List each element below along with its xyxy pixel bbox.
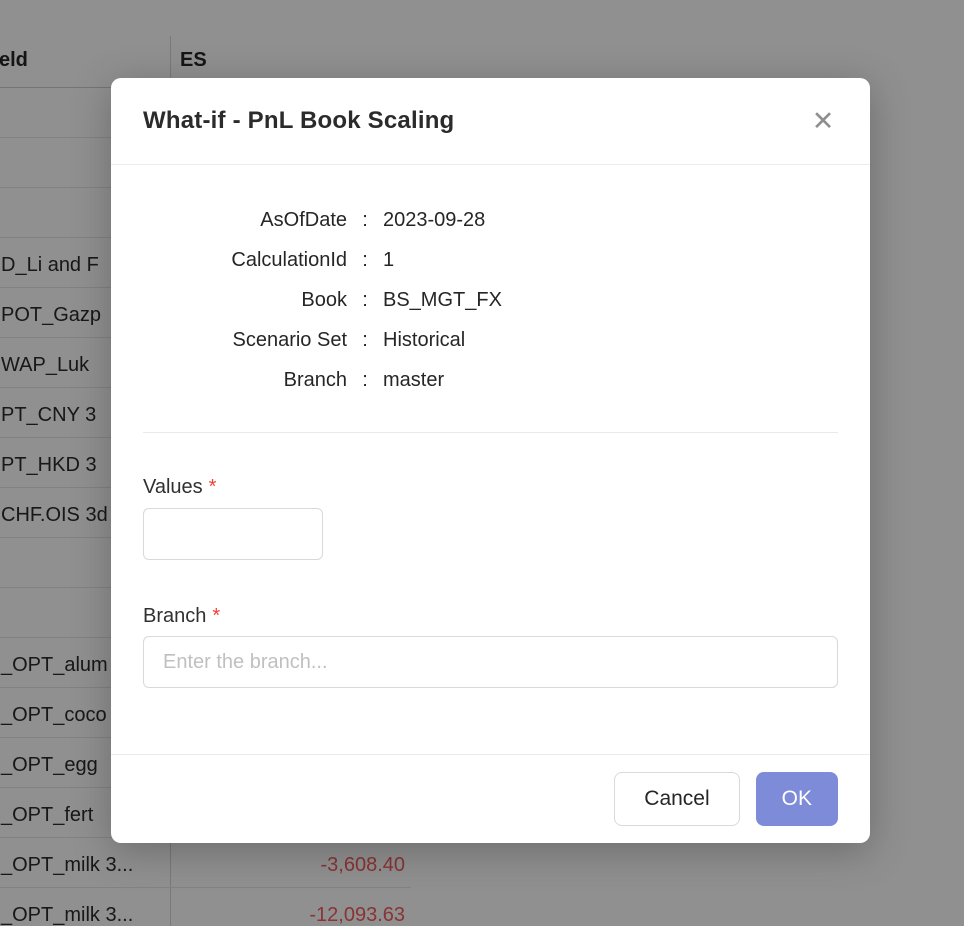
info-row-branch: Branch : master xyxy=(143,360,838,400)
info-separator: : xyxy=(347,329,383,352)
info-row-calculationid: CalculationId : 1 xyxy=(143,240,838,280)
whatif-dialog: What-if - PnL Book Scaling ✕ AsOfDate : … xyxy=(111,78,870,843)
values-label-text: Values xyxy=(143,476,203,498)
values-field-label: Values * xyxy=(143,474,838,500)
close-button[interactable]: ✕ xyxy=(806,104,840,138)
info-row-scenarioset: Scenario Set : Historical xyxy=(143,320,838,360)
info-row-book: Book : BS_MGT_FX xyxy=(143,280,838,320)
required-asterisk: * xyxy=(212,605,220,627)
info-label: AsOfDate xyxy=(143,209,347,232)
info-label: Branch xyxy=(143,369,347,392)
info-label: Scenario Set xyxy=(143,329,347,352)
page: eld ES D_Li and F POT_Gazp WAP_Luk PT_CN… xyxy=(0,0,964,926)
info-row-asofdate: AsOfDate : 2023-09-28 xyxy=(143,200,838,240)
info-separator: : xyxy=(347,289,383,312)
branch-input[interactable] xyxy=(143,636,838,688)
dialog-header: What-if - PnL Book Scaling ✕ xyxy=(111,78,870,165)
required-asterisk: * xyxy=(209,476,217,498)
cancel-button[interactable]: Cancel xyxy=(614,772,739,826)
info-separator: : xyxy=(347,209,383,232)
info-value: Historical xyxy=(383,329,838,352)
dialog-body: AsOfDate : 2023-09-28 CalculationId : 1 … xyxy=(111,165,870,754)
info-label: Book xyxy=(143,289,347,312)
ok-button[interactable]: OK xyxy=(756,772,838,826)
info-separator: : xyxy=(347,249,383,272)
info-value: BS_MGT_FX xyxy=(383,289,838,312)
dialog-title: What-if - PnL Book Scaling xyxy=(143,107,454,135)
branch-field-label: Branch * xyxy=(143,603,838,629)
info-list: AsOfDate : 2023-09-28 CalculationId : 1 … xyxy=(143,200,838,400)
section-divider xyxy=(143,432,838,433)
values-input[interactable] xyxy=(143,508,323,560)
dialog-footer: Cancel OK xyxy=(111,754,870,843)
info-value: 1 xyxy=(383,249,838,272)
info-value: 2023-09-28 xyxy=(383,209,838,232)
info-value: master xyxy=(383,369,838,392)
close-icon: ✕ xyxy=(812,106,835,136)
branch-label-text: Branch xyxy=(143,605,206,627)
info-label: CalculationId xyxy=(143,249,347,272)
info-separator: : xyxy=(347,369,383,392)
